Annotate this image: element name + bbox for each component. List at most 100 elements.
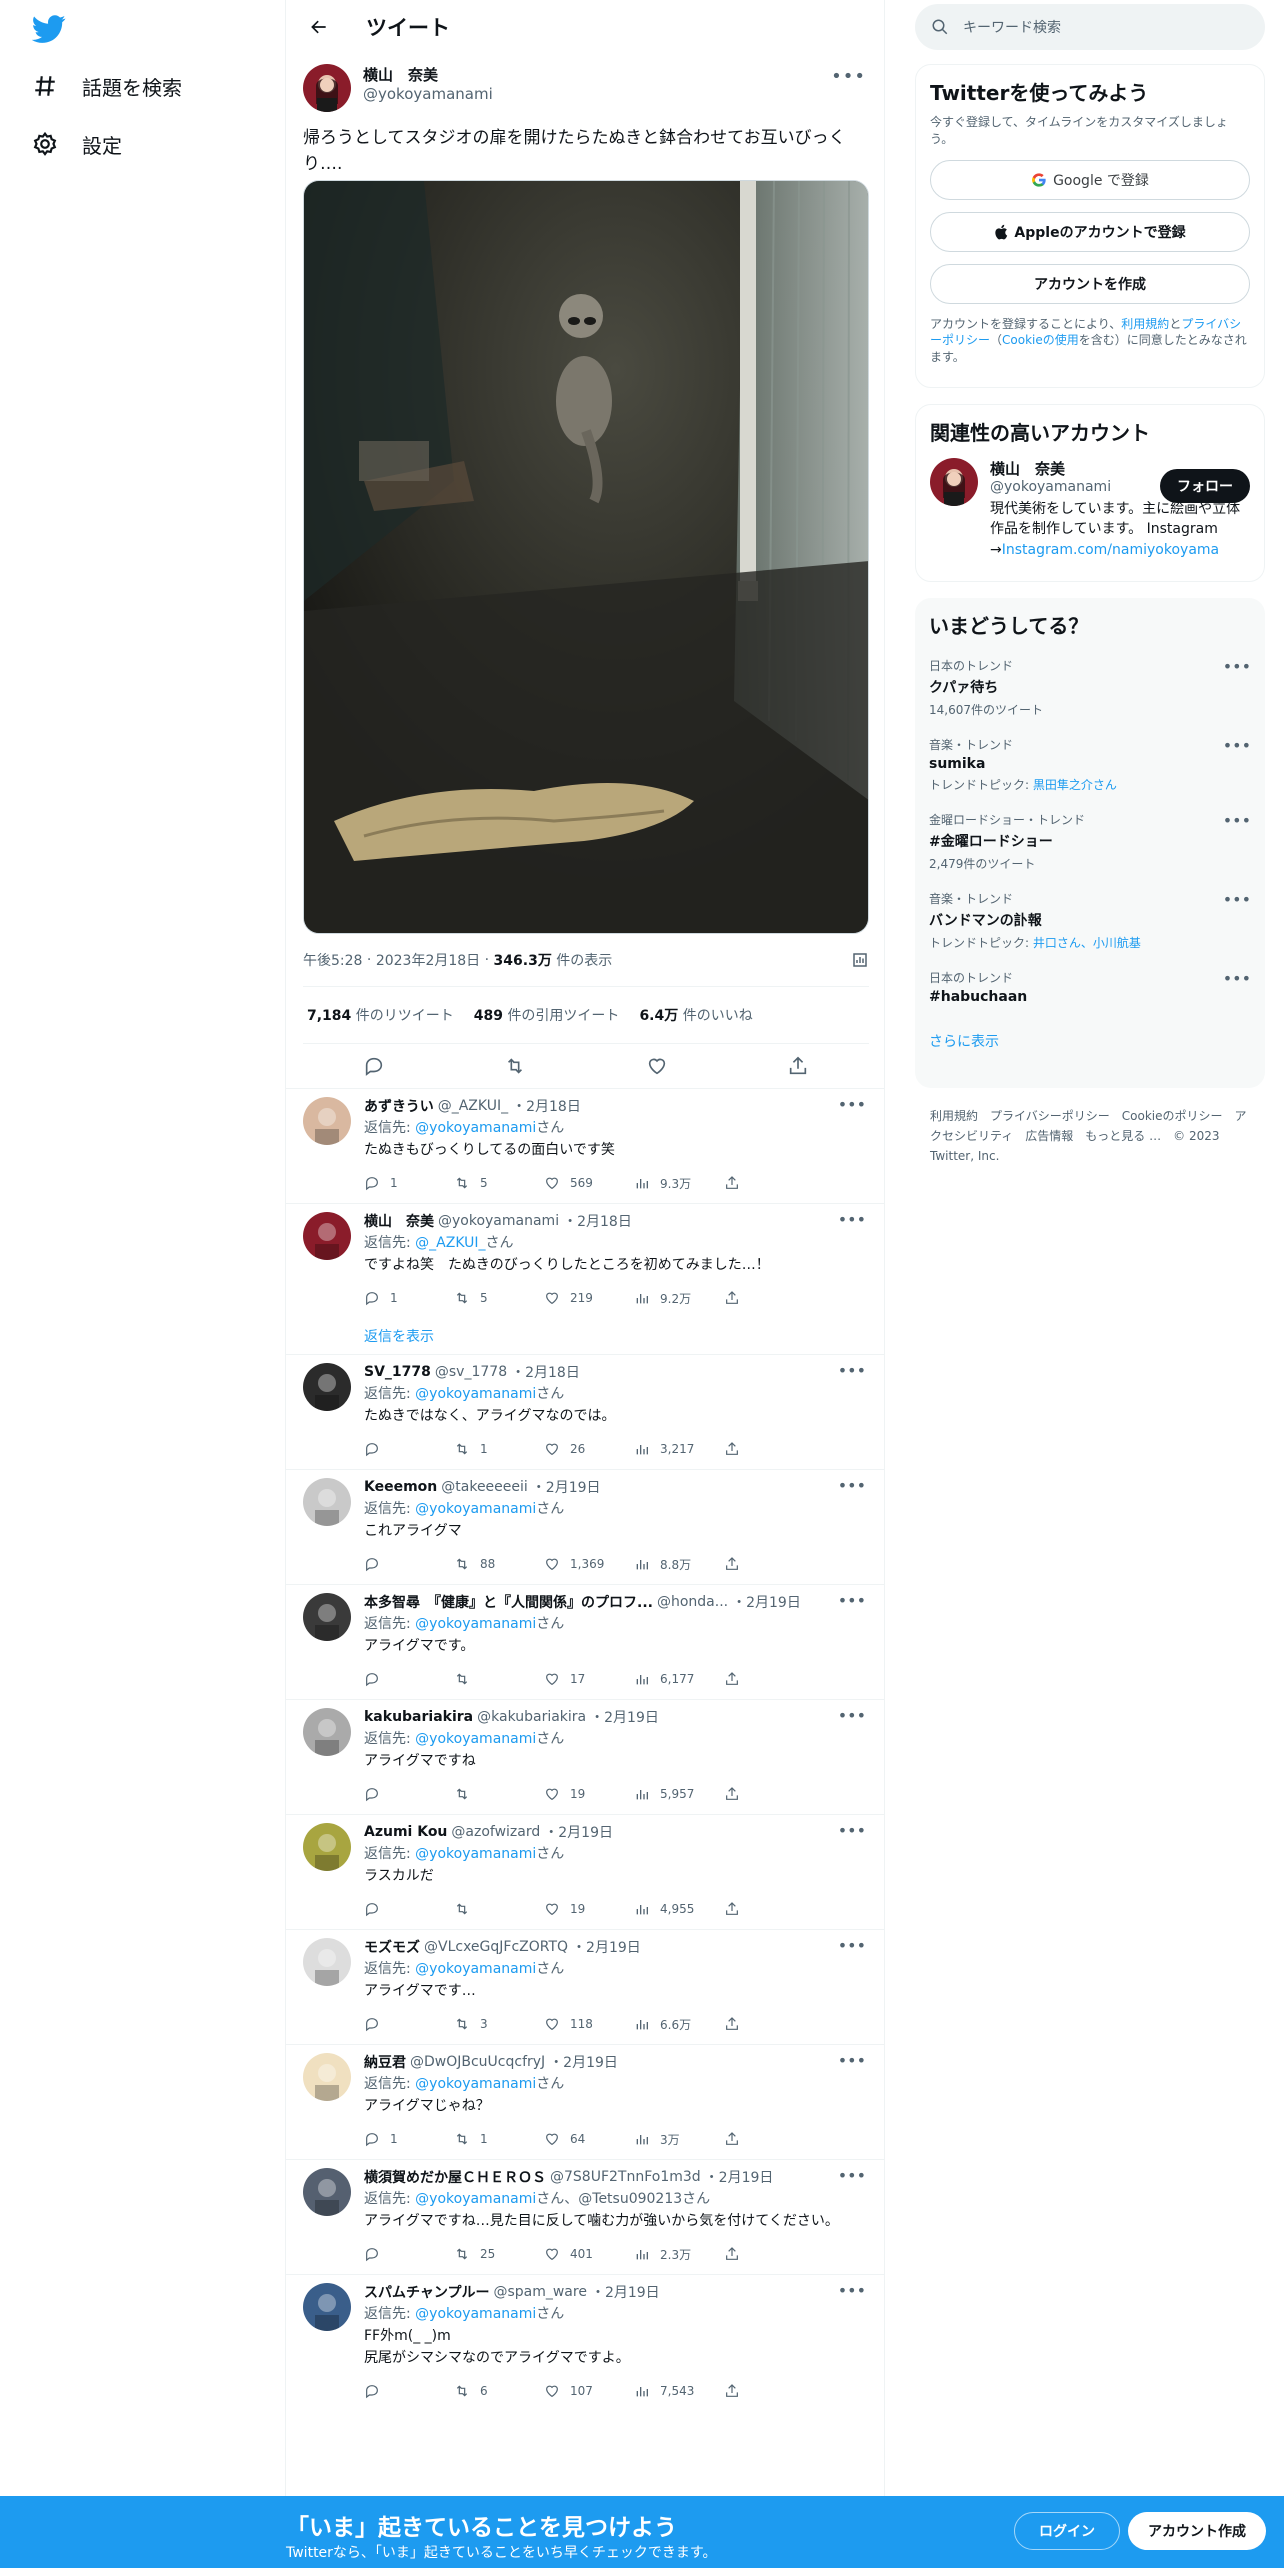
reply-date[interactable]: ・2月18日	[563, 1211, 632, 1231]
reply-author-handle[interactable]: @takeeeeeii	[441, 1479, 528, 1495]
reply-to-link[interactable]: @yokoyamanami	[415, 1120, 536, 1136]
share-action[interactable]	[724, 1901, 814, 1917]
more-options-icon[interactable]: •••	[838, 2166, 866, 2185]
reply-date[interactable]: ・2月18日	[512, 1096, 581, 1116]
views-action[interactable]: 6.6万	[634, 2016, 724, 2033]
reply-action[interactable]	[364, 1901, 454, 1917]
retweet-icon[interactable]	[504, 1055, 526, 1077]
more-options-icon[interactable]: •••	[1223, 657, 1251, 676]
tweet-date[interactable]: 2023年2月18日	[376, 950, 480, 970]
retweet-action[interactable]: 5	[454, 1290, 544, 1306]
reply-action[interactable]	[364, 1556, 454, 1572]
google-signup-button[interactable]: Google で登録	[930, 159, 1250, 200]
reply-date[interactable]: ・2月19日	[732, 1592, 801, 1612]
reply-date[interactable]: ・2月19日	[544, 1822, 613, 1842]
views-action[interactable]: 4,955	[634, 1901, 724, 1917]
footer-link[interactable]: 利用規約	[930, 1109, 978, 1123]
show-replies-link[interactable]: 返信を表示	[286, 1318, 884, 1354]
reply-author-handle[interactable]: @azofwizard	[451, 1824, 540, 1840]
reply-author-handle[interactable]: @7S8UF2TnnFo1m3d	[550, 2169, 701, 2185]
views-action[interactable]: 8.8万	[634, 1556, 724, 1573]
views-action[interactable]: 7,543	[634, 2383, 724, 2399]
like-action[interactable]: 19	[544, 1901, 634, 1917]
reply-date[interactable]: ・2月19日	[572, 1937, 641, 1957]
like-action[interactable]: 107	[544, 2383, 634, 2399]
retweet-action[interactable]: 1	[454, 2131, 544, 2147]
share-action[interactable]	[724, 2383, 814, 2399]
like-icon[interactable]	[646, 1055, 668, 1077]
more-options-icon[interactable]: •••	[838, 1095, 866, 1114]
more-options-icon[interactable]: •••	[838, 1210, 866, 1229]
reply-date[interactable]: ・2月19日	[591, 2282, 660, 2302]
reply-tweet[interactable]: 横山 奈美 @yokoyamanami ・2月18日 ••• 返信先: @_AZKUI_…	[286, 1203, 884, 1318]
avatar[interactable]	[303, 1363, 351, 1411]
terms-link[interactable]: 利用規約	[1121, 317, 1169, 331]
reply-tweet[interactable]: kakubariakira @kakubariakira ・2月19日 ••• 返信先:…	[286, 1699, 884, 1814]
reply-author-name[interactable]: Azumi Kou	[364, 1824, 447, 1840]
reply-action[interactable]: 1	[364, 1290, 454, 1306]
follow-button[interactable]: フォロー	[1160, 469, 1250, 503]
avatar[interactable]	[303, 1478, 351, 1526]
reply-tweet[interactable]: 納豆君 @DwOJBcuUcqcfryJ ・2月19日 ••• 返信先: @yokoya…	[286, 2044, 884, 2159]
share-action[interactable]	[724, 1786, 814, 1802]
retweet-action[interactable]: 5	[454, 1175, 544, 1191]
reply-author-name[interactable]: 納豆君	[364, 2052, 406, 2072]
trend-item[interactable]: 音楽・トレンド sumika トレンドトピック: 黒田隼之介さん •••	[929, 736, 1251, 793]
reply-action[interactable]: 1	[364, 2131, 454, 2147]
reply-date[interactable]: ・2月19日	[590, 1707, 659, 1727]
more-options-icon[interactable]: •••	[1223, 811, 1251, 830]
twitter-logo-icon[interactable]	[32, 12, 66, 46]
views-action[interactable]: 5,957	[634, 1786, 724, 1802]
avatar[interactable]	[303, 2053, 351, 2101]
reply-date[interactable]: ・2月19日	[705, 2167, 774, 2187]
quotes-stat[interactable]: 489 件の引用ツイート	[474, 1005, 620, 1025]
avatar[interactable]	[303, 1212, 351, 1260]
reply-author-handle[interactable]: @sv_1778	[435, 1364, 507, 1380]
reply-author-name[interactable]: 横須賀めだか屋ＣＨＥＲＯＳ	[364, 2167, 546, 2187]
reply-author-handle[interactable]: @DwOJBcuUcqcfryJ	[410, 2054, 545, 2070]
show-more-link[interactable]: さらに表示	[929, 1031, 1251, 1051]
reply-date[interactable]: ・2月19日	[549, 2052, 618, 2072]
retweet-action[interactable]: 25	[454, 2246, 544, 2262]
views-action[interactable]: 9.3万	[634, 1175, 724, 1192]
reply-to-link[interactable]: @yokoyamanami	[415, 2191, 536, 2207]
share-action[interactable]	[724, 1441, 814, 1457]
trend-item[interactable]: 音楽・トレンド バンドマンの訃報 トレンドトピック: 井口さん、小川航基 •••	[929, 890, 1251, 951]
more-options-icon[interactable]: •••	[838, 1936, 866, 1955]
reply-author-name[interactable]: モズモズ	[364, 1937, 420, 1957]
share-action[interactable]	[724, 2016, 814, 2032]
nav-explore[interactable]: 話題を検索	[32, 64, 182, 108]
more-options-icon[interactable]: •••	[838, 2281, 866, 2300]
like-action[interactable]: 17	[544, 1671, 634, 1687]
footer-link[interactable]: もっと見る …	[1085, 1129, 1161, 1143]
reply-to-link[interactable]: @yokoyamanami	[415, 1846, 536, 1862]
reply-tweet[interactable]: 本多智尋 『健康』と『人間関係』のプロフ... @honda... ・2月19日 ••…	[286, 1584, 884, 1699]
more-options-icon[interactable]: •••	[1223, 969, 1251, 988]
reply-author-handle[interactable]: @VLcxeGqJFcZORTQ	[424, 1939, 568, 1955]
reply-author-name[interactable]: 横山 奈美	[364, 1211, 434, 1231]
reply-tweet[interactable]: あずきうい @_AZKUI_ ・2月18日 ••• 返信先: @yokoyamanami…	[286, 1088, 884, 1203]
retweet-action[interactable]: 88	[454, 1556, 544, 1572]
reply-action[interactable]	[364, 2016, 454, 2032]
more-options-icon[interactable]: •••	[838, 1591, 866, 1610]
reply-to-link[interactable]: @yokoyamanami	[415, 2306, 536, 2322]
like-action[interactable]: 26	[544, 1441, 634, 1457]
reply-tweet[interactable]: Azumi Kou @azofwizard ・2月19日 ••• 返信先: @yokoy…	[286, 1814, 884, 1929]
author-handle[interactable]: @yokoyamanami	[363, 85, 493, 103]
reply-action[interactable]	[364, 2383, 454, 2399]
reply-action[interactable]	[364, 1441, 454, 1457]
avatar[interactable]	[303, 1938, 351, 1986]
share-icon[interactable]	[787, 1055, 809, 1077]
more-options-icon[interactable]: •••	[838, 1361, 866, 1380]
reply-to-link[interactable]: @_AZKUI_	[415, 1235, 485, 1251]
analytics-icon[interactable]	[851, 951, 869, 969]
trend-item[interactable]: 日本のトレンド クパァ待ち 14,607件のツイート •••	[929, 657, 1251, 718]
login-button[interactable]: ログイン	[1014, 2512, 1120, 2550]
like-action[interactable]: 19	[544, 1786, 634, 1802]
avatar[interactable]	[303, 2283, 351, 2331]
more-options-icon[interactable]: •••	[838, 1821, 866, 1840]
search-input[interactable]: キーワード検索	[963, 17, 1061, 37]
instagram-link[interactable]: Instagram.com/namiyokoyama	[1002, 542, 1219, 558]
trend-topic-link[interactable]: 井口さん、小川航基	[1033, 936, 1141, 950]
retweet-action[interactable]: 3	[454, 2016, 544, 2032]
